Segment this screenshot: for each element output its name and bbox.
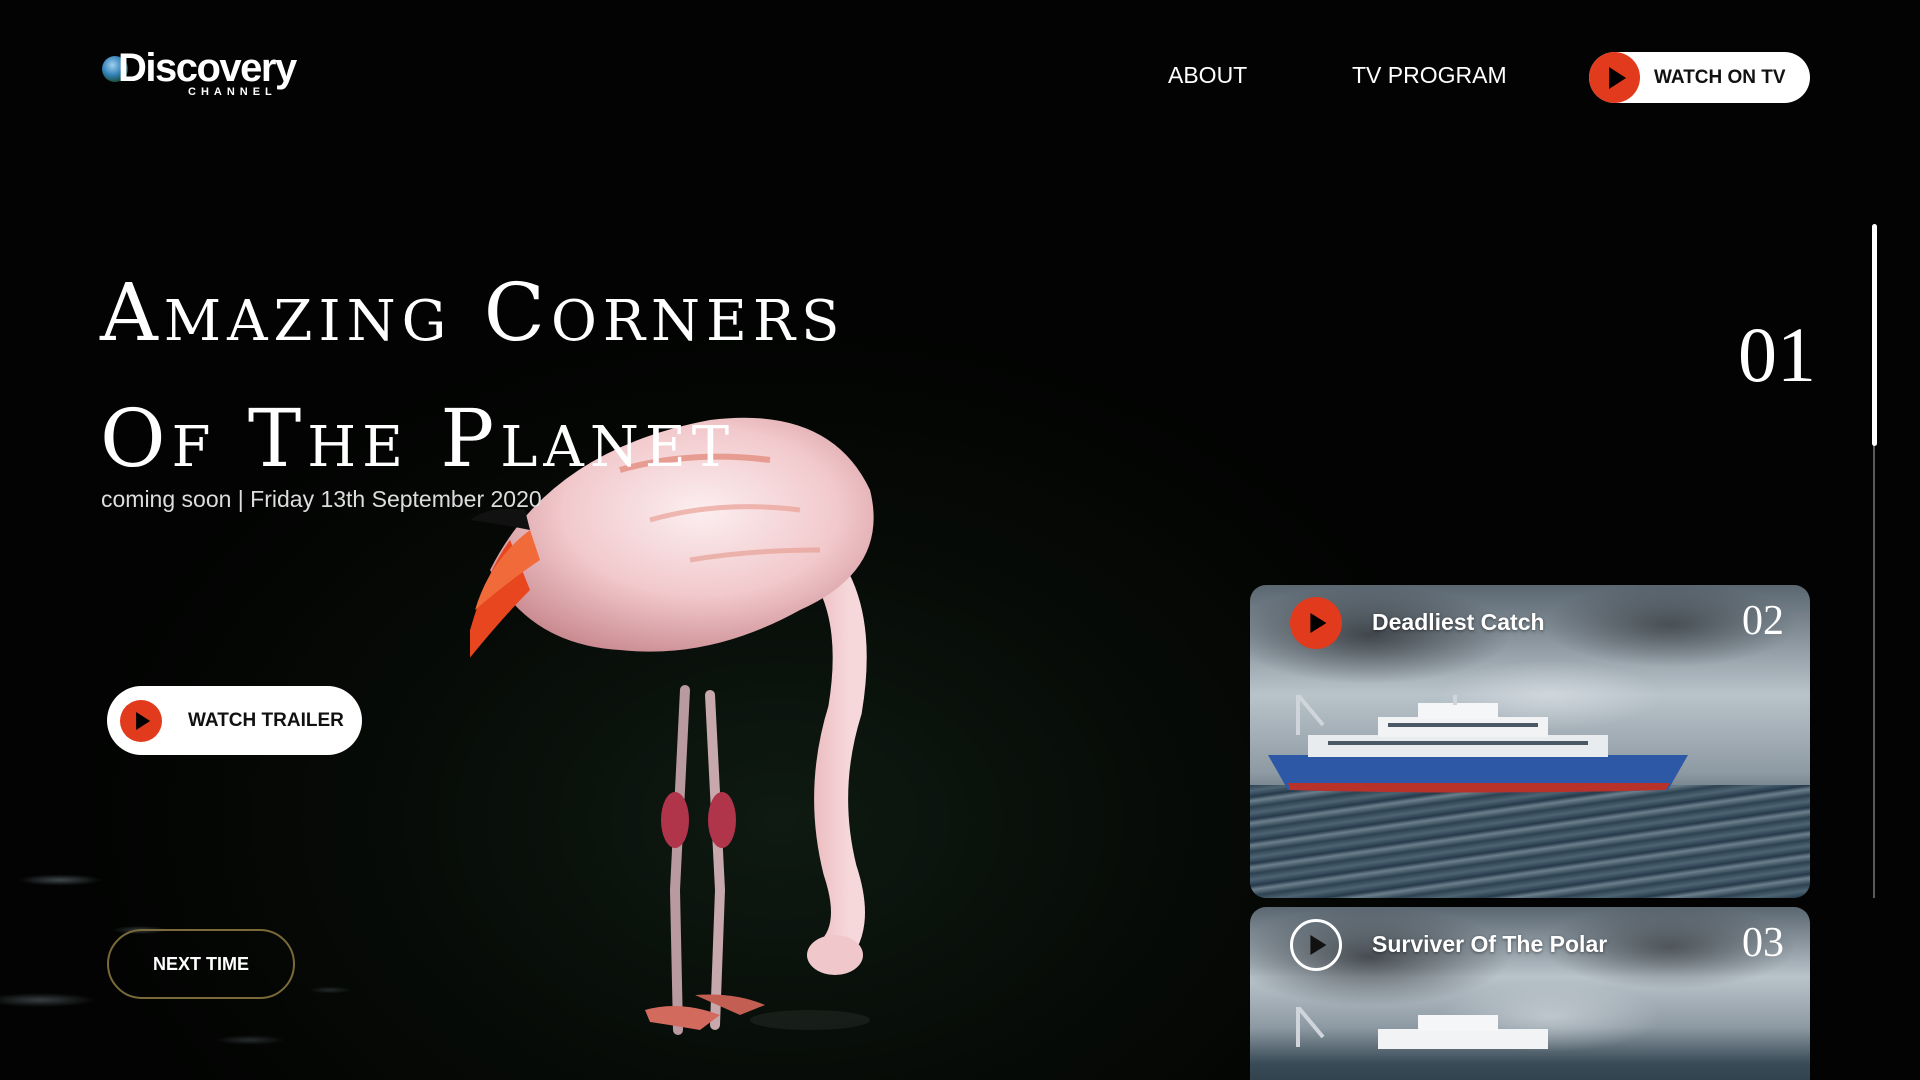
play-icon[interactable] [1290,597,1342,649]
discovery-logo[interactable]: Discovery CHANNEL [100,46,320,100]
ship-image [1296,1007,1548,1049]
next-time-button[interactable]: NEXT TIME [107,929,295,999]
ship-image [1268,695,1688,793]
hero-stage: Discovery CHANNEL ABOUT TV PROGRAM WATCH… [0,0,1920,1080]
watch-trailer-label: WATCH TRAILER [188,709,344,731]
play-outline-icon[interactable] [1290,919,1342,971]
logo-subtitle: CHANNEL [188,86,277,98]
show-card-surviver-of-the-polar[interactable]: Surviver Of The Polar 03 [1250,907,1810,1080]
hero-title-line-2: Of The Planet [100,392,736,485]
hero-subtitle: coming soon | Friday 13th September 2020 [101,486,542,512]
card-number: 03 [1742,920,1784,966]
card-number: 02 [1742,598,1784,644]
scroll-thumb[interactable] [1872,224,1877,446]
hero-title-line-1: Amazing Corners [100,266,846,359]
watch-on-tv-button[interactable]: WATCH ON TV [1589,52,1810,103]
logo-wordmark: Discovery [118,46,297,90]
nav-about[interactable]: ABOUT [1168,62,1247,89]
watch-trailer-button[interactable]: WATCH TRAILER [107,686,362,755]
nav-tv-program[interactable]: TV PROGRAM [1352,62,1507,89]
flamingo-image [470,417,874,1035]
hero-title: Amazing Corners Of The Planet [100,250,845,502]
slide-counter: 01 [1738,311,1816,398]
play-icon [120,699,162,742]
card-title: Surviver Of The Polar [1372,931,1608,957]
play-icon [1589,52,1640,103]
watch-on-tv-label: WATCH ON TV [1654,66,1786,88]
show-card-deadliest-catch[interactable]: Deadliest Catch 02 [1250,585,1810,898]
card-title: Deadliest Catch [1372,609,1545,635]
